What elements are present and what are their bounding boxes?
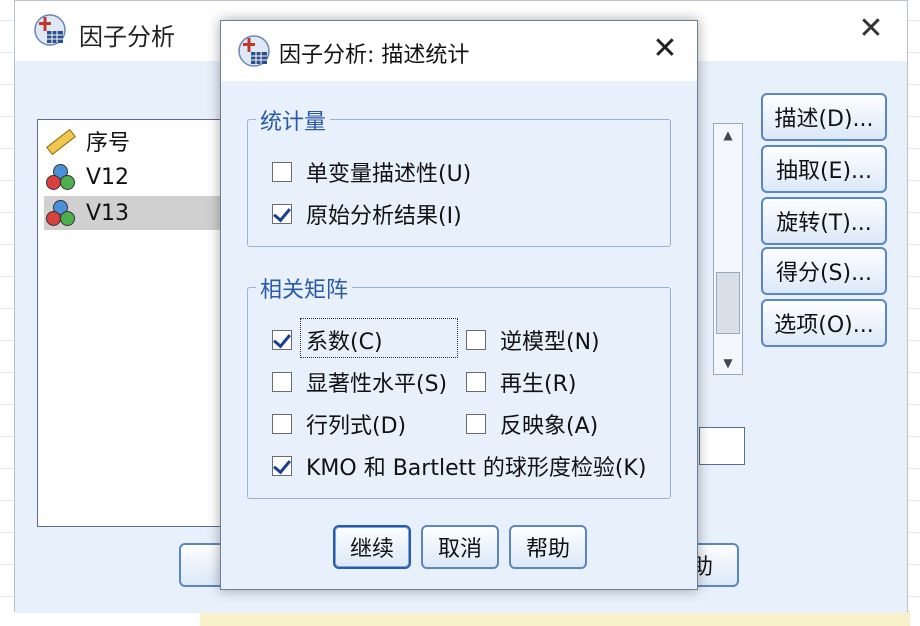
app-icon [238, 35, 270, 67]
close-icon[interactable]: ✕ [649, 33, 681, 65]
checkbox-box[interactable] [272, 372, 292, 392]
checkbox-label: 反映象(A) [500, 414, 599, 439]
list-item[interactable]: V12 [44, 160, 129, 194]
modal-title: 因子分析: 描述统计 [279, 43, 470, 68]
list-item[interactable]: 序号 [44, 124, 130, 158]
checkbox-label: 再生(R) [500, 372, 577, 397]
ruler-icon [44, 126, 76, 156]
correlation-matrix-group: 相关矩阵 系数(C) 逆模型(N) 显著性水平(S) 再生(R) 行列式(D) [247, 272, 671, 499]
significance-levels-checkbox[interactable]: 显著性水平(S) [272, 366, 447, 398]
variable-label: V12 [86, 164, 130, 190]
modal-body: 统计量 单变量描述性(U) 原始分析结果(I) 相关矩阵 系数(C) 逆模型(N… [221, 81, 697, 589]
help-button[interactable]: 帮助 [509, 525, 587, 569]
variable-field[interactable] [699, 427, 745, 465]
statistics-group-title: 统计量 [256, 104, 331, 136]
scores-button[interactable]: 得分(S)... [761, 247, 887, 295]
continue-button[interactable]: 继续 [333, 525, 411, 569]
checkbox-label: 行列式(D) [306, 414, 407, 439]
main-close-icon[interactable]: ✕ [855, 13, 887, 45]
descriptives-dialog: 因子分析: 描述统计 ✕ 统计量 单变量描述性(U) 原始分析结果(I) 相关矩… [220, 20, 698, 590]
checkbox-label: 逆模型(N) [500, 330, 600, 355]
options-button[interactable]: 选项(O)... [761, 299, 887, 347]
checkbox-label: 单变量描述性(U) [306, 162, 472, 187]
scroll-thumb[interactable] [716, 272, 740, 334]
checkbox-box-checked[interactable] [272, 456, 292, 476]
balls-icon [44, 162, 76, 192]
checkbox-box-checked[interactable] [272, 204, 292, 224]
app-icon [34, 14, 66, 46]
modal-title-bar[interactable]: 因子分析: 描述统计 ✕ [221, 21, 697, 81]
determinant-checkbox[interactable]: 行列式(D) [272, 408, 406, 440]
inverse-checkbox[interactable]: 逆模型(N) [466, 324, 600, 356]
checkbox-box[interactable] [272, 414, 292, 434]
correlation-group-title: 相关矩阵 [256, 272, 353, 304]
cancel-button[interactable]: 取消 [421, 525, 499, 569]
checkbox-box[interactable] [466, 372, 486, 392]
background-cell-row [200, 611, 910, 626]
statistics-group: 统计量 单变量描述性(U) 原始分析结果(I) [247, 104, 671, 247]
coefficients-checkbox[interactable]: 系数(C) [272, 324, 383, 356]
checkbox-label: 显著性水平(S) [306, 372, 448, 397]
scroll-down-icon[interactable]: ▼ [714, 354, 742, 372]
variable-label: 序号 [86, 131, 131, 156]
checkbox-box[interactable] [466, 414, 486, 434]
anti-image-checkbox[interactable]: 反映象(A) [466, 408, 598, 440]
main-dialog-title: 因子分析 [79, 23, 175, 51]
checkbox-label: KMO 和 Bartlett 的球形度检验(K) [306, 456, 647, 481]
rotate-button[interactable]: 旋转(T)... [761, 197, 887, 245]
checkbox-box[interactable] [466, 330, 486, 350]
checkbox-label: 原始分析结果(I) [306, 204, 462, 229]
checkbox-label: 系数(C) [306, 330, 383, 355]
checkbox-box[interactable] [272, 162, 292, 182]
extract-button[interactable]: 抽取(E)... [761, 145, 887, 193]
balls-icon [44, 198, 76, 228]
initial-solution-checkbox[interactable]: 原始分析结果(I) [272, 198, 462, 230]
checkbox-box-checked[interactable] [272, 330, 292, 350]
describe-button[interactable]: 描述(D)... [761, 93, 887, 141]
kmo-bartlett-checkbox[interactable]: KMO 和 Bartlett 的球形度检验(K) [272, 450, 646, 482]
variable-label: V13 [86, 200, 130, 226]
reproduced-checkbox[interactable]: 再生(R) [466, 366, 576, 398]
scroll-up-icon[interactable]: ▲ [714, 126, 742, 144]
univariate-descriptives-checkbox[interactable]: 单变量描述性(U) [272, 156, 471, 188]
scrollbar[interactable]: ▲ ▼ [713, 123, 743, 375]
